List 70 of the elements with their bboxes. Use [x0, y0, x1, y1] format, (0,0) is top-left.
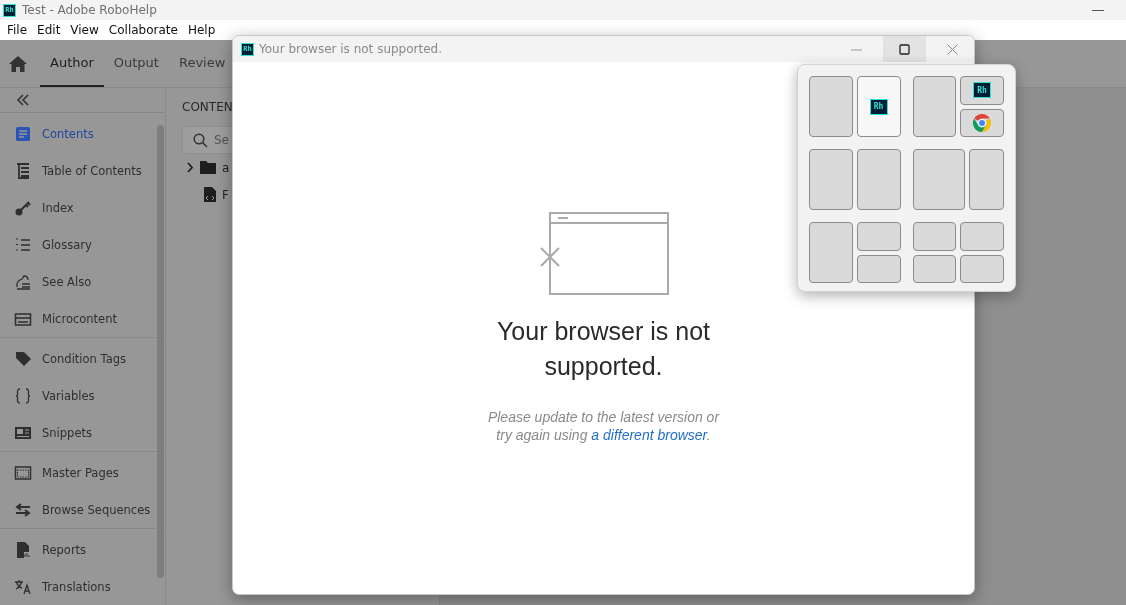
maximize-icon — [899, 43, 910, 55]
app-logo: Rh — [973, 82, 992, 99]
tab[interactable]: Output — [103, 40, 169, 87]
sidebar-item[interactable]: Table of Contents — [0, 152, 156, 189]
key-icon — [14, 198, 32, 217]
scrollbar[interactable] — [157, 125, 164, 578]
panel-heading: CONTEN — [182, 100, 234, 116]
snap-zone[interactable] — [960, 222, 1004, 251]
chevron-icon[interactable] — [186, 162, 194, 173]
snap-zone[interactable] — [809, 76, 853, 137]
dialog-heading: Your browser is not supported. — [495, 316, 712, 382]
close-icon — [947, 43, 958, 55]
link-list-icon — [14, 272, 32, 291]
snap-zone[interactable] — [960, 254, 1004, 283]
sidebar-item[interactable]: Reports — [0, 531, 156, 568]
snap-zone[interactable] — [912, 149, 965, 210]
snap-zone[interactable] — [969, 149, 1004, 210]
menu-item[interactable]: Collaborate — [103, 23, 183, 37]
home-icon[interactable] — [8, 54, 28, 73]
browser-link[interactable]: a different browser — [591, 427, 707, 443]
snap-zone[interactable] — [856, 222, 901, 251]
tab[interactable]: Author — [40, 40, 104, 87]
snap-zone[interactable] — [912, 76, 957, 137]
outline-icon — [14, 161, 32, 180]
tab[interactable]: Review — [168, 40, 236, 87]
translate-icon — [14, 577, 32, 596]
sidebar-item[interactable]: Microcontent — [0, 300, 156, 337]
collapse-icon[interactable] — [16, 94, 30, 106]
snap-zone[interactable] — [856, 254, 901, 283]
app-logo: Rh — [869, 98, 888, 115]
dialog-title: Your browser is not supported. — [259, 42, 442, 56]
snap-zone[interactable] — [856, 149, 901, 210]
document-icon — [14, 124, 32, 143]
list-icon — [14, 235, 32, 254]
file-icon — [204, 187, 216, 202]
sidebar-item[interactable]: Glossary — [0, 226, 156, 263]
tree-item-label[interactable]: F — [222, 187, 229, 202]
frame-icon — [14, 463, 32, 482]
sidebar-item[interactable]: Variables — [0, 377, 156, 414]
window-title: Test - Adobe RoboHelp — [22, 3, 157, 17]
snap-zone[interactable] — [912, 222, 957, 251]
menu-item[interactable]: Edit — [32, 23, 66, 37]
snap-zone[interactable] — [809, 222, 853, 283]
minimize-button[interactable] — [1092, 9, 1104, 11]
snap-zone[interactable]: Rh — [960, 76, 1004, 105]
browser-icon — [972, 112, 993, 133]
menu-item[interactable]: Help — [182, 23, 221, 37]
maximize-button[interactable] — [883, 36, 926, 62]
snap-zone[interactable] — [960, 108, 1004, 137]
sidebar-item[interactable]: See Also — [0, 263, 156, 300]
sidebar-item[interactable]: Translations — [0, 568, 156, 605]
snap-zone[interactable] — [912, 254, 957, 283]
folder-icon — [200, 161, 216, 174]
braces-icon — [14, 386, 32, 405]
sidebar-item[interactable]: Browse Sequences — [0, 491, 156, 528]
snap-zone[interactable] — [809, 149, 853, 210]
swap-arrows-icon — [14, 500, 32, 519]
tree-item-label[interactable]: a — [222, 160, 230, 175]
dialog-message: Please update to the latest version or try again using a different browser. — [486, 408, 721, 444]
sidebar-item[interactable]: Master Pages — [0, 454, 156, 491]
sidebar-item[interactable]: Contents — [0, 115, 156, 152]
tag-icon — [14, 349, 32, 368]
search-icon — [193, 132, 208, 148]
sidebar-item[interactable]: Index — [0, 189, 156, 226]
sidebar-item[interactable]: Snippets — [0, 414, 156, 451]
snap-zone[interactable]: Rh — [856, 76, 901, 137]
menu-item[interactable]: File — [2, 23, 33, 37]
report-icon — [14, 540, 32, 559]
menu-item[interactable]: View — [65, 23, 104, 37]
sidebar-item[interactable]: Condition Tags — [0, 340, 156, 377]
